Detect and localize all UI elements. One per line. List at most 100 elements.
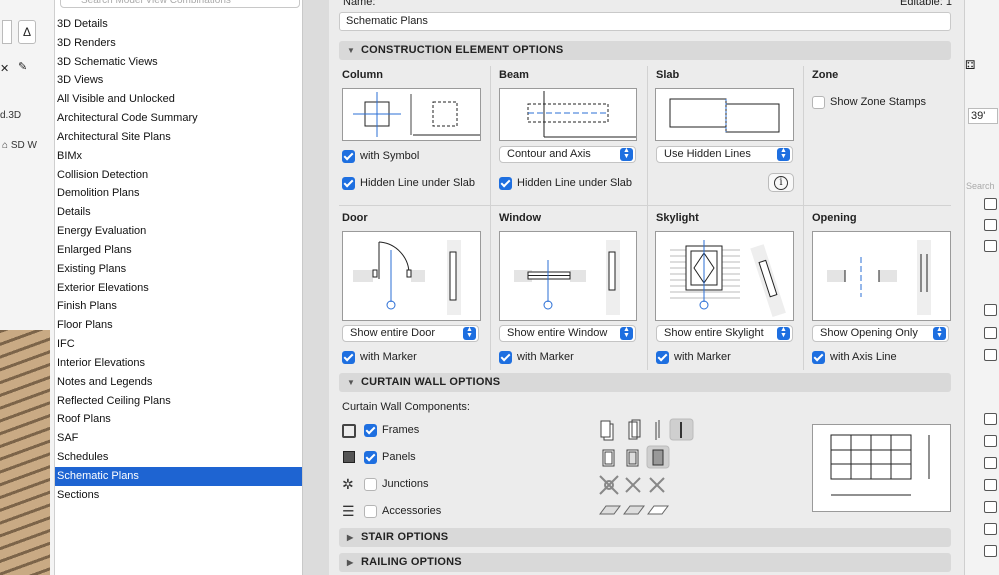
list-item[interactable]: Energy Evaluation (55, 222, 302, 241)
list-item[interactable]: Demolition Plans (55, 184, 302, 203)
beam-symbol-icon (527, 91, 636, 138)
section-title: CONSTRUCTION ELEMENT OPTIONS (361, 44, 564, 56)
view-item-icon[interactable] (984, 457, 997, 469)
window-title: Window (499, 212, 542, 224)
beam-hidden-line-checkbox[interactable] (499, 177, 512, 190)
section-construction-options[interactable]: ▼ CONSTRUCTION ELEMENT OPTIONS (339, 41, 951, 60)
section-railing-options[interactable]: ▶ RAILING OPTIONS (339, 553, 951, 572)
search-input[interactable]: Search Model View Combinations (60, 0, 300, 8)
window-symbol-icon (514, 240, 620, 315)
window-marker-checkbox[interactable] (499, 351, 512, 364)
door-preview (342, 231, 481, 321)
list-item[interactable]: 3D Schematic Views (55, 53, 302, 72)
skylight-marker-checkbox[interactable] (656, 351, 669, 364)
slab-title: Slab (656, 69, 680, 81)
list-item[interactable]: SAF (55, 429, 302, 448)
eraser-icon[interactable]: ✎ (18, 60, 27, 73)
with-symbol-checkbox[interactable] (342, 150, 355, 163)
list-item[interactable]: BIMx (55, 147, 302, 166)
panel-gutter (303, 0, 329, 575)
skylight-display-select[interactable]: Show entire Skylight ▲ ▼ (656, 325, 793, 342)
column-hidden-line-checkbox[interactable] (342, 177, 355, 190)
section-title: RAILING OPTIONS (361, 556, 462, 568)
panels-checkbox[interactable] (364, 451, 377, 464)
list-item[interactable]: Architectural Site Plans (55, 128, 302, 147)
slab-display-select[interactable]: Use Hidden Lines ▲ ▼ (656, 146, 793, 163)
beam-hidden-line-label: Hidden Line under Slab (517, 177, 632, 189)
view-item-icon[interactable] (984, 240, 997, 252)
list-item[interactable]: 3D Details (55, 15, 302, 34)
list-item[interactable]: Notes and Legends (55, 373, 302, 392)
view-item-icon[interactable] (984, 219, 997, 231)
list-item[interactable]: Schedules (55, 448, 302, 467)
list-item[interactable]: Existing Plans (55, 260, 302, 279)
view-item-icon[interactable] (984, 479, 997, 491)
list-item[interactable]: Roof Plans (55, 410, 302, 429)
section-stair-options[interactable]: ▶ STAIR OPTIONS (339, 528, 951, 547)
frames-checkbox[interactable] (364, 424, 377, 437)
door-symbol-icon (353, 240, 461, 315)
section-curtain-wall-options[interactable]: ▼ CURTAIN WALL OPTIONS (339, 373, 951, 392)
triangle-icon[interactable]: Δ (18, 20, 36, 44)
column-hidden-line-label: Hidden Line under Slab (360, 177, 475, 189)
opening-symbol-icon (827, 240, 931, 315)
divider (490, 66, 491, 370)
list-item[interactable]: All Visible and Unlocked (55, 90, 302, 109)
accessories-checkbox[interactable] (364, 505, 377, 518)
show-zone-stamps-label: Show Zone Stamps (830, 96, 926, 108)
door-display-select[interactable]: Show entire Door ▲ ▼ (342, 325, 479, 342)
list-item[interactable]: Collision Detection (55, 166, 302, 185)
select-value: Contour and Axis (507, 148, 591, 160)
navigator-search[interactable]: Search (966, 181, 995, 191)
list-item[interactable]: Architectural Code Summary (55, 109, 302, 128)
list-item[interactable]: Interior Elevations (55, 354, 302, 373)
close-icon[interactable]: ✕ (0, 62, 9, 75)
window-display-select[interactable]: Show entire Window ▲ ▼ (499, 325, 636, 342)
list-item[interactable]: Sections (55, 486, 302, 505)
tab-label: SD W (10, 140, 37, 151)
tab-3d-window[interactable]: ⌂ SD W (2, 140, 37, 151)
view-item-icon[interactable] (984, 413, 997, 425)
list-item[interactable]: Floor Plans (55, 316, 302, 335)
list-item[interactable]: Schematic Plans (55, 466, 302, 486)
name-field[interactable]: Schematic Plans (339, 12, 951, 31)
name-label: Name: (343, 0, 376, 8)
list-item[interactable]: Details (55, 203, 302, 222)
view-item-icon[interactable] (984, 198, 997, 210)
list-item[interactable]: Finish Plans (55, 297, 302, 316)
beam-display-select[interactable]: Contour and Axis ▲ ▼ (499, 146, 636, 163)
junctions-checkbox[interactable] (364, 478, 377, 491)
list-item[interactable]: IFC (55, 335, 302, 354)
divider (339, 205, 951, 206)
view-item-icon[interactable] (984, 545, 997, 557)
view-item-icon[interactable] (984, 435, 997, 447)
section-title: CURTAIN WALL OPTIONS (361, 376, 501, 388)
list-item[interactable]: Enlarged Plans (55, 241, 302, 260)
view-item-icon[interactable] (984, 523, 997, 535)
toolbar-field[interactable] (2, 20, 12, 44)
window-preview (499, 231, 637, 321)
window-marker-label: with Marker (517, 351, 574, 363)
door-title: Door (342, 212, 368, 224)
show-zone-stamps-checkbox[interactable] (812, 96, 825, 109)
view-item-icon[interactable] (984, 304, 997, 316)
list-item[interactable]: Reflected Ceiling Plans (55, 392, 302, 411)
list-item[interactable]: Exterior Elevations (55, 279, 302, 298)
accessory-icon: ☰ (342, 503, 355, 519)
door-marker-checkbox[interactable] (342, 351, 355, 364)
opening-display-select[interactable]: Show Opening Only ▲ ▼ (812, 325, 949, 342)
snap-icon[interactable]: ⚃ (965, 58, 975, 72)
panel-icon (343, 451, 355, 463)
opening-axis-checkbox[interactable] (812, 351, 825, 364)
opening-title: Opening (812, 212, 857, 224)
list-item[interactable]: 3D Renders (55, 34, 302, 53)
column-symbol-icon (353, 92, 480, 137)
view-item-icon[interactable] (984, 349, 997, 361)
view-item-icon[interactable] (984, 327, 997, 339)
list-item[interactable]: 3D Views (55, 71, 302, 90)
select-value: Use Hidden Lines (664, 148, 751, 160)
info-button[interactable]: i (768, 173, 794, 192)
chevron-updown-icon: ▲ ▼ (777, 326, 790, 340)
view-item-icon[interactable] (984, 501, 997, 513)
dimension-field[interactable]: 39' (968, 108, 998, 124)
